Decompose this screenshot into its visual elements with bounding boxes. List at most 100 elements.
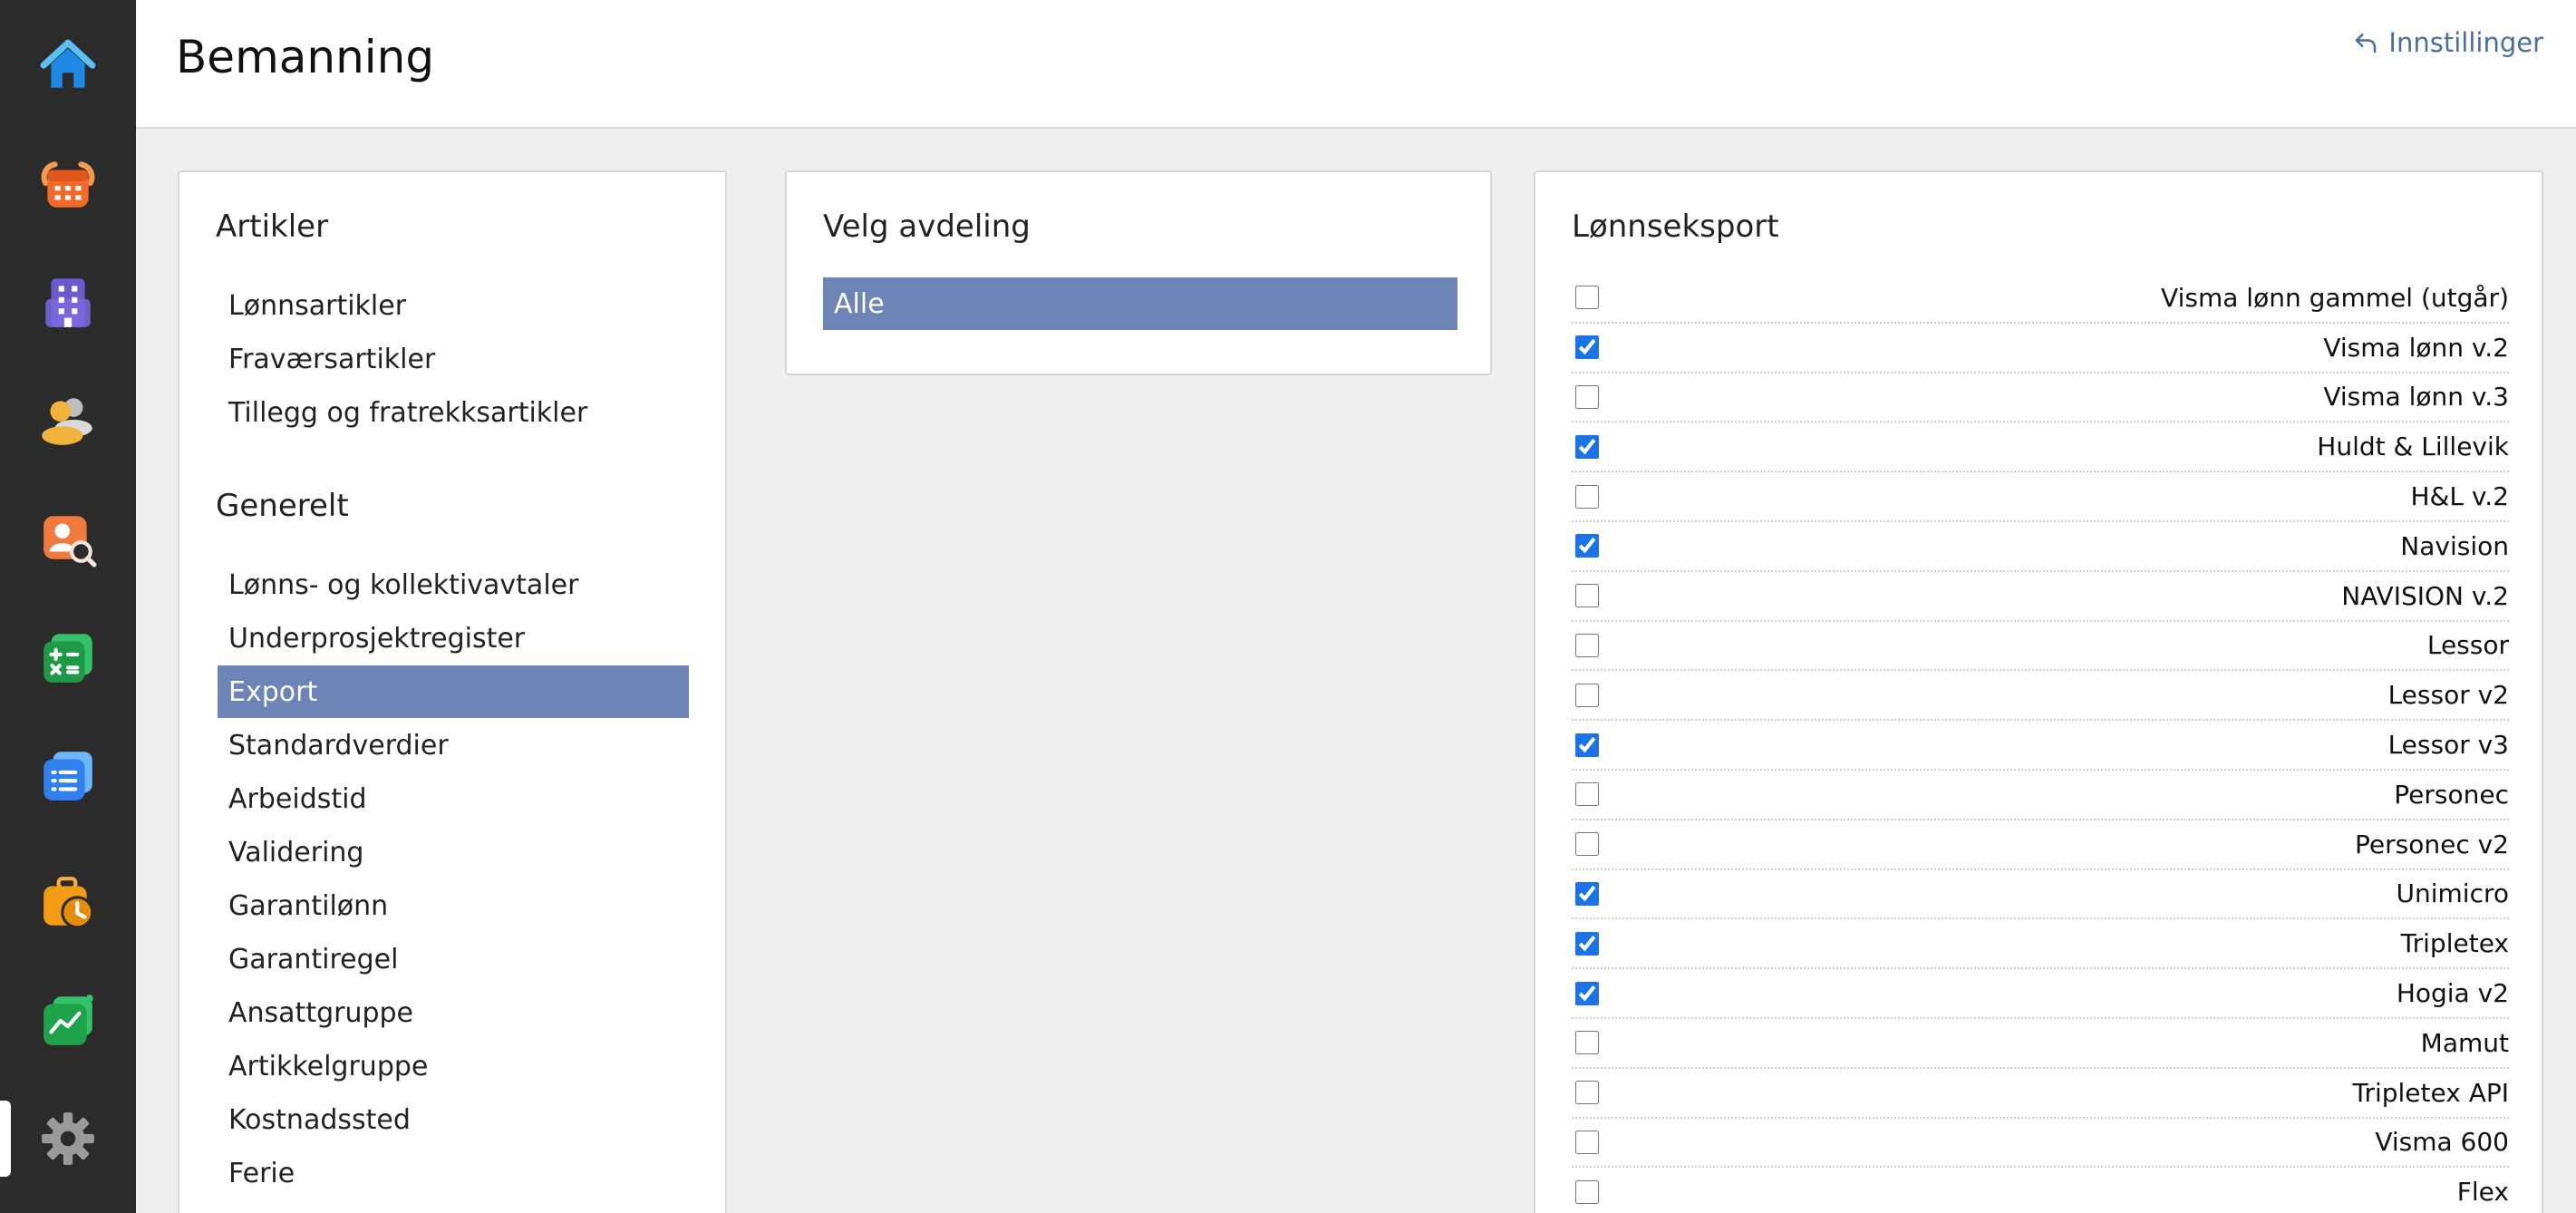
payroll-export-list: Visma lønn gammel (utgår) Visma lønn v.2… [1572,274,2509,1213]
export-checkbox[interactable] [1575,1031,1599,1055]
nav-item-arbeidstid[interactable]: Arbeidstid [218,772,689,825]
gear-icon [42,1112,94,1165]
export-label: NAVISION v.2 [2341,580,2509,611]
calculator-icon [44,634,92,683]
nav-item-label: Lønns- og kollektivavtaler [228,568,579,601]
nav-item-ansattgruppe[interactable]: Ansattgruppe [218,986,689,1039]
articles-title: Artikler [216,209,329,245]
export-checkbox[interactable] [1575,484,1599,509]
export-label: Lessor v2 [2387,680,2509,711]
nav-item-label: Fraværsartikler [228,343,436,375]
rail-item-home[interactable] [0,20,136,111]
nav-item-label: Underprosjektregister [228,622,526,655]
nav-item-label: Export [228,675,318,708]
export-checkbox[interactable] [1575,584,1599,608]
export-checkbox[interactable] [1575,931,1599,956]
rail-item-user-search[interactable] [0,493,136,584]
rail-item-building[interactable] [0,257,136,348]
export-row: NAVISION v.2 [1572,572,2509,622]
export-label: H&L v.2 [2410,481,2510,512]
export-row: Personec [1572,771,2509,820]
nav-item-label: Arbeidstid [228,782,367,815]
settings-link-label: Innstillinger [2388,27,2543,58]
nav-item-garantiregel[interactable]: Garantiregel [218,933,689,985]
export-row: Visma lønn v.2 [1572,324,2509,374]
export-row: Visma 600 [1572,1119,2509,1169]
app: Bemanning Innstillinger Artikler Lønnsar… [0,0,2576,1213]
export-checkbox[interactable] [1575,1081,1599,1105]
export-checkbox[interactable] [1575,832,1599,857]
export-checkbox[interactable] [1575,1179,1599,1204]
rail-item-documents[interactable] [0,731,136,821]
nav-item-lonnsartikler[interactable]: Lønnsartikler [218,279,689,332]
rail-item-settings[interactable] [0,1093,136,1184]
export-row: Unimicro [1572,870,2509,920]
building-icon [45,278,91,327]
export-label: Tripletex [2400,928,2509,959]
nav-item-kostnadssted[interactable]: Kostnadssted [218,1093,689,1146]
users-icon [42,398,92,445]
export-label: Personec [2394,779,2509,810]
nav-item-label: Ferie [228,1157,295,1189]
payroll-export-title: Lønnseksport [1572,209,1779,245]
nav-item-export[interactable]: Export [218,665,689,718]
nav-item-fravaersartikler[interactable]: Fraværsartikler [218,333,689,385]
nav-item-label: Kostnadssted [228,1103,411,1136]
export-label: Navision [2400,530,2509,561]
export-label: Lessor [2426,630,2509,661]
export-label: Visma lønn v.3 [2323,382,2509,412]
export-row: Flex [1572,1168,2509,1213]
chart-icon [44,995,93,1045]
export-row: Tripletex API [1572,1069,2509,1119]
export-label: Lessor v3 [2387,730,2509,761]
nav-item-label: Tillegg og fratrekksartikler [228,396,588,429]
export-label: Flex [2456,1177,2509,1208]
export-row: Huldt & Lillevik [1572,422,2509,473]
export-row: Visma lønn v.3 [1572,374,2509,423]
nav-item-label: Artikkelgruppe [228,1050,429,1082]
settings-link[interactable]: Innstillinger [2352,27,2543,58]
export-row: H&L v.2 [1572,472,2509,522]
export-label: Visma lønn v.2 [2323,332,2509,363]
nav-item-label: Lønnsartikler [228,289,407,322]
nav-item-validering[interactable]: Validering [218,826,689,878]
nav-item-artikkelgruppe[interactable]: Artikkelgruppe [218,1040,689,1092]
export-label: Mamut [2420,1027,2509,1058]
export-row: Personec v2 [1572,820,2509,870]
nav-item-label: Ansattgruppe [228,996,414,1029]
export-checkbox[interactable] [1575,733,1599,757]
rail-item-users[interactable] [0,375,136,466]
export-row: Mamut [1572,1019,2509,1069]
export-checkbox[interactable] [1575,1130,1599,1154]
export-checkbox[interactable] [1575,881,1599,906]
rail-item-calendar[interactable] [0,140,136,230]
department-option-all[interactable]: Alle [823,277,1457,330]
export-label: Visma 600 [2375,1127,2509,1158]
export-checkbox[interactable] [1575,782,1599,807]
nav-item-underprosjektregister[interactable]: Underprosjektregister [218,612,689,665]
nav-item-tillegg-fratrekk[interactable]: Tillegg og fratrekksartikler [218,386,689,439]
nav-item-ferie[interactable]: Ferie [218,1147,689,1199]
export-checkbox[interactable] [1575,434,1599,459]
export-row: Tripletex [1572,919,2509,970]
nav-item-avtaler[interactable]: Lønns- og kollektivavtaler [218,558,689,611]
rail-item-chart[interactable] [0,975,136,1066]
export-checkbox[interactable] [1575,286,1599,310]
nav-item-garantilonn[interactable]: Garantilønn [218,879,689,932]
export-label: Huldt & Lillevik [2317,432,2509,462]
rail-item-calculator[interactable] [0,613,136,704]
export-checkbox[interactable] [1575,384,1599,409]
export-label: Hogia v2 [2396,978,2509,1009]
export-checkbox[interactable] [1575,981,1599,1005]
department-option-label: Alle [834,287,885,320]
export-checkbox[interactable] [1575,683,1599,707]
export-checkbox[interactable] [1575,534,1599,558]
general-title: Generelt [216,488,349,524]
nav-item-standardverdier[interactable]: Standardverdier [218,719,689,771]
export-checkbox[interactable] [1575,335,1599,360]
page-title: Bemanning [176,31,435,83]
export-checkbox[interactable] [1575,633,1599,657]
rail-item-time[interactable] [0,858,136,948]
payroll-export-panel: Lønnseksport Visma lønn gammel (utgår) V… [1534,170,2543,1213]
nav-item-label: Validering [228,836,364,869]
